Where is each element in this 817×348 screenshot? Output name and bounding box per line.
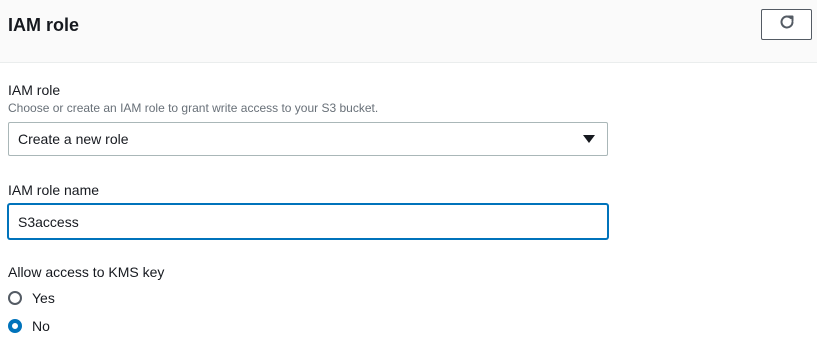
- refresh-button[interactable]: [761, 9, 812, 40]
- kms-radio-no-label: No: [32, 318, 50, 334]
- iam-role-label: IAM role: [8, 82, 61, 98]
- kms-access-label: Allow access to KMS key: [8, 264, 165, 280]
- radio-checked-icon[interactable]: [8, 319, 22, 333]
- refresh-icon: [778, 13, 796, 36]
- iam-role-description: Choose or create an IAM role to grant wr…: [8, 101, 379, 115]
- iam-role-name-label: IAM role name: [8, 182, 100, 198]
- iam-role-selected-value: Create a new role: [18, 131, 129, 147]
- iam-role-select[interactable]: Create a new role: [8, 122, 608, 156]
- kms-radio-yes[interactable]: Yes: [8, 289, 55, 307]
- iam-role-name-input[interactable]: [8, 204, 608, 239]
- kms-radio-no[interactable]: No: [8, 317, 50, 335]
- kms-radio-yes-label: Yes: [32, 290, 55, 306]
- caret-down-icon: [583, 135, 595, 143]
- page-title: IAM role: [8, 15, 80, 35]
- radio-unchecked-icon[interactable]: [8, 291, 22, 305]
- panel-header: IAM role: [0, 0, 817, 63]
